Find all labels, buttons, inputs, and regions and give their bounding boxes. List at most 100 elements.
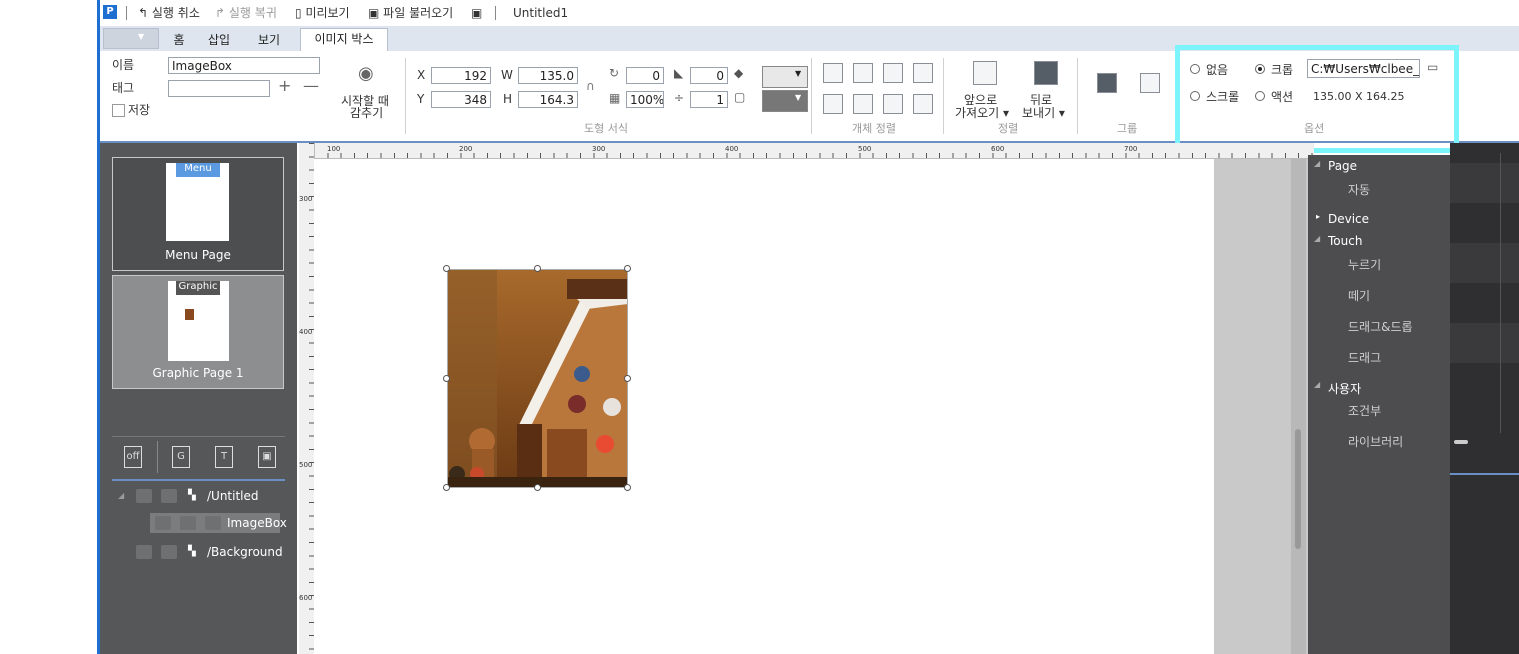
file-menu-button[interactable]: ▼: [103, 28, 159, 49]
eye-icon[interactable]: ◉: [358, 63, 374, 84]
x-input[interactable]: 192: [431, 67, 491, 84]
resize-handle-w[interactable]: [443, 375, 450, 382]
align-left-icon[interactable]: [823, 63, 843, 83]
lock-ratio-icon[interactable]: ∩: [586, 79, 595, 93]
collapse-icon[interactable]: ◢: [1314, 159, 1320, 168]
save-label: 저장: [128, 103, 151, 117]
add-graphic-button[interactable]: G: [172, 446, 190, 468]
page-thumbnail-menu[interactable]: Menu Menu Page: [112, 157, 284, 271]
event-touch-release[interactable]: 떼기: [1348, 287, 1370, 304]
layer-row-imagebox[interactable]: ImageBox: [150, 513, 287, 533]
image-box[interactable]: [447, 269, 628, 488]
ruler-label: 500: [858, 145, 872, 153]
divider: [157, 441, 158, 473]
ungroup-icon[interactable]: [1140, 73, 1160, 93]
align-right-icon[interactable]: [883, 63, 903, 83]
border-icon[interactable]: ▢: [734, 90, 745, 104]
event-page[interactable]: Page: [1328, 159, 1357, 173]
resize-handle-e[interactable]: [624, 375, 631, 382]
resize-handle-n[interactable]: [534, 265, 541, 272]
tab-insert[interactable]: 삽입: [204, 30, 234, 50]
image-file-icon: ▣: [368, 6, 380, 20]
page-thumbnail-graphic[interactable]: Graphic Graphic Page 1: [112, 275, 284, 389]
load-file-button[interactable]: ▣ 파일 불러오기: [368, 4, 453, 22]
bring-front-icon[interactable]: [973, 61, 997, 85]
event-page-auto[interactable]: 자동: [1348, 181, 1370, 198]
collapse-icon[interactable]: ◢: [118, 486, 124, 506]
border-color-dropdown[interactable]: ▼: [762, 90, 808, 112]
event-touch-drag[interactable]: 드래그: [1348, 349, 1381, 366]
expand-icon[interactable]: ▸: [1316, 212, 1320, 221]
layer-row-untitled[interactable]: ◢ ▚ /Untitled: [118, 486, 288, 506]
collapse-icon[interactable]: ◢: [1314, 234, 1320, 243]
event-touch-press[interactable]: 누르기: [1348, 256, 1381, 273]
height-input[interactable]: 164.3: [518, 91, 578, 108]
align-top-icon[interactable]: [823, 94, 843, 114]
event-touch-drag-drop[interactable]: 드래그&드롭: [1348, 318, 1413, 335]
event-user[interactable]: 사용자: [1328, 380, 1361, 397]
resize-handle-nw[interactable]: [443, 265, 450, 272]
preview-button[interactable]: ▯ 미리보기: [295, 4, 350, 22]
lock-icon[interactable]: [161, 545, 177, 559]
add-image-button[interactable]: ▣: [258, 446, 276, 468]
send-back-icon[interactable]: [1034, 61, 1058, 85]
lock-icon[interactable]: [180, 516, 196, 530]
save-checkbox[interactable]: [112, 104, 125, 117]
redo-button[interactable]: ↱ 실행 복귀: [215, 4, 277, 22]
h-label: H: [503, 92, 513, 106]
collapse-icon[interactable]: ◢: [1314, 380, 1320, 389]
visibility-icon[interactable]: [136, 545, 152, 559]
align-middle-icon[interactable]: [853, 94, 873, 114]
tab-view[interactable]: 보기: [254, 30, 284, 50]
bring-front-label-2[interactable]: 가져오기 ▾: [955, 104, 1009, 121]
y-input[interactable]: 348: [431, 91, 491, 108]
fill-color-dropdown[interactable]: ▼: [762, 66, 808, 88]
event-user-library[interactable]: 라이브러리: [1348, 433, 1403, 450]
group-icon[interactable]: [1097, 73, 1117, 93]
align-center-icon[interactable]: [853, 63, 873, 83]
scrollbar-thumb[interactable]: [1295, 429, 1301, 549]
name-input[interactable]: ImageBox: [168, 57, 320, 74]
line-width-input[interactable]: 1: [690, 91, 728, 108]
visibility-icon[interactable]: [136, 489, 152, 503]
save-icon[interactable]: ▣: [471, 4, 482, 22]
add-text-button[interactable]: T: [215, 446, 233, 468]
layer-type-icon: ▚: [188, 546, 196, 557]
undo-button[interactable]: ↰ 실행 취소: [138, 4, 200, 22]
tab-home[interactable]: 홈: [166, 30, 192, 50]
tab-image-box[interactable]: 이미지 박스: [300, 28, 388, 52]
corner-input[interactable]: 0: [690, 67, 728, 84]
visibility-icon[interactable]: [155, 516, 171, 530]
event-touch[interactable]: Touch: [1328, 234, 1362, 248]
add-off-layer-button[interactable]: off: [124, 446, 142, 468]
layer-row-background[interactable]: ▚ /Background: [136, 542, 286, 562]
opacity-input[interactable]: 100%: [626, 91, 664, 108]
vertical-scrollbar[interactable]: [1291, 159, 1306, 654]
distribute-vertical-icon[interactable]: [913, 94, 933, 114]
hide-on-start-label-2[interactable]: 감추기: [350, 104, 383, 121]
send-back-label-2[interactable]: 보내기 ▾: [1022, 104, 1065, 121]
resize-handle-sw[interactable]: [443, 484, 450, 491]
fill-bucket-icon[interactable]: ◆: [734, 66, 743, 80]
remove-tag-icon[interactable]: —: [303, 76, 319, 95]
lock-icon[interactable]: [161, 489, 177, 503]
align-bottom-icon[interactable]: [883, 94, 903, 114]
rotate-input[interactable]: 0: [626, 67, 664, 84]
undo-icon: ↰: [138, 6, 149, 20]
panel-row: [1450, 243, 1519, 283]
resize-handle-se[interactable]: [624, 484, 631, 491]
title-bar: P ↰ 실행 취소 ↱ 실행 복귀 ▯ 미리보기 ▣ 파일 불러오기 ▣ Unt…: [100, 0, 1519, 27]
distribute-horizontal-icon[interactable]: [913, 63, 933, 83]
add-tag-icon[interactable]: +: [278, 76, 291, 95]
resize-handle-ne[interactable]: [624, 265, 631, 272]
event-device[interactable]: Device: [1328, 212, 1369, 226]
scroll-handle[interactable]: [1454, 440, 1468, 444]
layer-name: /Background: [207, 545, 283, 559]
tag-input[interactable]: [168, 80, 270, 97]
layer-type-icon: ▚: [188, 490, 196, 501]
vertical-ruler: 300 400 500 600: [299, 143, 315, 654]
event-user-conditional[interactable]: 조건부: [1348, 402, 1381, 419]
width-input[interactable]: 135.0: [518, 67, 578, 84]
resize-handle-s[interactable]: [534, 484, 541, 491]
horizontal-ruler: 100 200 300 400 500 600 700: [314, 143, 1314, 159]
